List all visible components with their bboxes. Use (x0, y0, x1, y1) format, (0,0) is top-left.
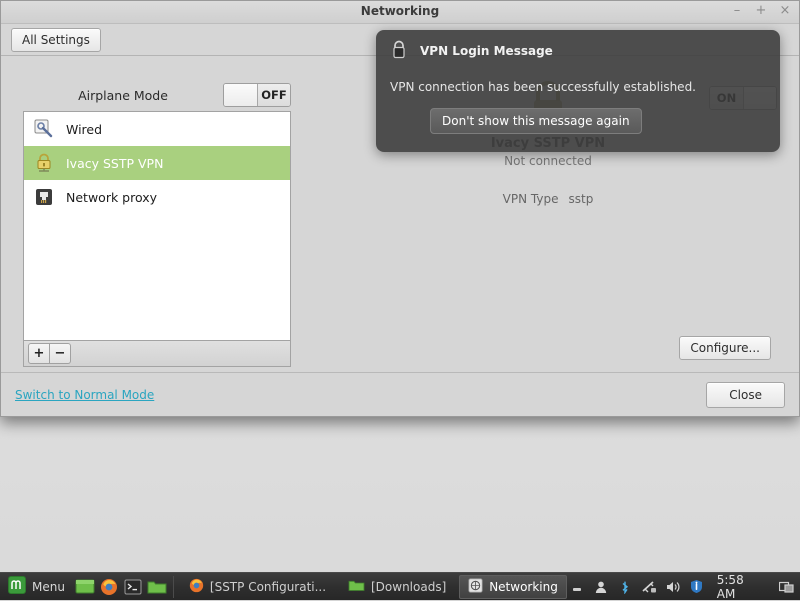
add-device-button[interactable]: + (28, 343, 50, 364)
maximize-button[interactable]: + (753, 3, 769, 19)
notification-header: VPN Login Message (390, 40, 766, 62)
volume-icon[interactable] (665, 579, 681, 595)
close-button[interactable]: Close (706, 381, 785, 408)
remove-device-button[interactable]: − (50, 343, 71, 364)
clock[interactable]: 5:58 AM (713, 573, 770, 601)
task-label: Networking (489, 579, 558, 594)
window-titlebar[interactable]: Networking – + × (1, 1, 799, 24)
minimize-all-icon[interactable] (569, 579, 585, 595)
vpn-type-label: VPN Type (502, 192, 559, 206)
bluetooth-icon[interactable] (617, 579, 633, 595)
update-shield-icon[interactable] (689, 579, 705, 595)
menu-label: Menu (32, 579, 65, 594)
files-icon[interactable] (146, 576, 168, 598)
task-sstp-configuration[interactable]: [SSTP Configurati... (180, 575, 335, 599)
list-item-network-proxy[interactable]: Network proxy (24, 180, 290, 214)
linux-mint-logo-icon (8, 576, 26, 597)
airplane-mode-row: Airplane Mode OFF (23, 83, 291, 107)
show-desktop-icon[interactable] (74, 576, 96, 598)
switch-to-normal-mode-link[interactable]: Switch to Normal Mode (15, 388, 154, 402)
menu-button[interactable]: Menu (0, 573, 73, 601)
task-downloads[interactable]: [Downloads] (339, 575, 455, 599)
task-label: [Downloads] (370, 579, 447, 594)
list-item-wired[interactable]: Wired (24, 112, 290, 146)
list-item-label: Wired (66, 121, 103, 137)
dont-show-again-button[interactable]: Don't show this message again (430, 108, 642, 134)
airplane-mode-toggle[interactable]: OFF (223, 83, 291, 107)
firefox-icon (189, 578, 204, 596)
vpn-type-row: VPN Type sstp (311, 192, 785, 206)
list-item-label: Ivacy SSTP VPN (66, 155, 164, 171)
airplane-mode-label: Airplane Mode (78, 87, 168, 103)
vpn-type-value: sstp (568, 192, 594, 206)
system-tray: 5:58 AM (569, 573, 800, 601)
vpn-login-message-notification[interactable]: VPN Login Message VPN connection has bee… (376, 30, 780, 152)
terminal-icon[interactable] (122, 576, 144, 598)
window-title: Networking (360, 4, 440, 18)
toggle-knob (224, 84, 258, 106)
close-window-button[interactable]: × (777, 3, 793, 19)
network-icon[interactable] (641, 579, 657, 595)
window-controls: – + × (729, 3, 793, 19)
taskbar: Menu [SSTP Configurati... [Downloads] Ne… (0, 572, 800, 601)
files-icon (348, 578, 365, 596)
taskbar-separator (172, 575, 174, 598)
minimize-button[interactable]: – (729, 3, 745, 19)
lock-icon (390, 40, 408, 63)
device-list-toolbar: + − (23, 341, 291, 367)
networking-icon (468, 577, 483, 596)
user-icon[interactable] (593, 579, 609, 595)
list-item-ivacy-sstp-vpn[interactable]: Ivacy SSTP VPN (24, 146, 290, 180)
notification-title: VPN Login Message (420, 44, 553, 58)
task-label: [SSTP Configurati... (209, 579, 327, 594)
vpn-detail-status: Not connected (504, 154, 592, 168)
network-device-list[interactable]: Wired Ivacy SSTP VPN Network proxy (23, 111, 291, 341)
task-networking[interactable]: Networking (459, 574, 567, 599)
ethernet-jack-icon (32, 185, 56, 209)
wired-tool-icon (32, 117, 56, 141)
vpn-lock-icon (32, 151, 56, 175)
all-settings-button[interactable]: All Settings (11, 27, 101, 52)
list-item-label: Network proxy (66, 189, 158, 205)
airplane-mode-state: OFF (258, 84, 290, 106)
configure-button[interactable]: Configure... (679, 336, 771, 360)
window-bottom-bar: Switch to Normal Mode Close (1, 372, 799, 416)
workspace-switcher-icon[interactable] (778, 579, 794, 595)
firefox-icon[interactable] (98, 576, 120, 598)
notification-message: VPN connection has been successfully est… (390, 80, 696, 94)
